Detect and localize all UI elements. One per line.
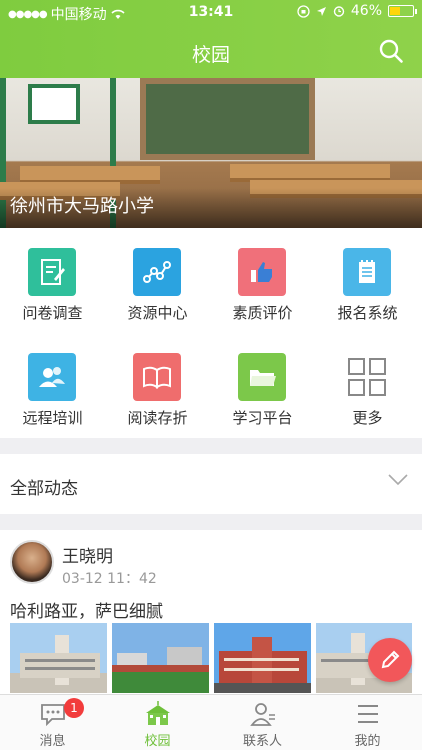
avatar[interactable] (10, 540, 54, 584)
school-banner[interactable]: 徐州市大马路小学 (0, 78, 422, 228)
banner-blackboard (140, 78, 315, 160)
app-label: 素质评价 (232, 304, 293, 322)
thumbs-up-icon (238, 248, 286, 296)
unread-badge: 1 (64, 698, 84, 718)
menu-icon (358, 705, 378, 723)
location-icon (316, 6, 326, 16)
grid-icon (343, 353, 391, 401)
compose-button[interactable] (368, 638, 412, 682)
banner-decoration (28, 84, 80, 124)
page-title: 校园 (191, 44, 230, 66)
folder-icon (238, 353, 286, 401)
tab-contacts[interactable]: 联系人 (210, 695, 315, 750)
tab-label: 消息 (39, 734, 66, 749)
app-remote-training[interactable]: 远程培训 (0, 333, 105, 438)
app-reading-passbook[interactable]: 阅读存折 (105, 333, 210, 438)
tab-label: 我的 (354, 734, 381, 749)
alarm-icon (333, 6, 345, 17)
notepad-icon (343, 248, 391, 296)
post-photo[interactable] (214, 623, 311, 693)
post-time: 03-12 11：42 (62, 571, 157, 587)
app-label: 阅读存折 (127, 409, 188, 427)
feed-post: 王晓明 03-12 11：42 哈利路亚，萨巴细腻 (0, 530, 422, 700)
book-icon (133, 353, 181, 401)
tab-label: 校园 (144, 734, 171, 749)
section-title: 全部动态 (10, 479, 78, 499)
resource-icon (133, 248, 181, 296)
post-author[interactable]: 王晓明 (62, 542, 113, 567)
survey-icon (28, 248, 76, 296)
search-icon[interactable] (378, 38, 404, 64)
app-label: 远程培训 (22, 409, 83, 427)
app-survey[interactable]: 问卷调查 (0, 228, 105, 333)
contacts-icon (250, 703, 275, 726)
tab-bar: 1 消息 校园 联系人 我的 (0, 694, 422, 750)
post-photo[interactable] (10, 623, 107, 693)
app-label: 报名系统 (337, 304, 398, 322)
users-icon (28, 353, 76, 401)
banner-caption: 徐州市大马路小学 (0, 188, 422, 228)
orientation-lock-icon (297, 4, 310, 18)
tab-campus[interactable]: 校园 (105, 695, 210, 750)
app-label: 问卷调查 (22, 304, 83, 322)
app-resource-center[interactable]: 资源中心 (105, 228, 210, 333)
top-bar: ●●●●● 中国移动 13:41 46% 校园 (0, 0, 422, 78)
status-bar: ●●●●● 中国移动 13:41 46% (0, 0, 422, 24)
battery-icon (388, 5, 417, 17)
app-registration[interactable]: 报名系统 (315, 228, 420, 333)
app-label: 更多 (352, 409, 383, 427)
app-more[interactable]: 更多 (315, 333, 420, 438)
app-learning-platform[interactable]: 学习平台 (210, 333, 315, 438)
tab-messages[interactable]: 1 消息 (0, 695, 105, 750)
app-grid: 问卷调查 资源中心 素质评价 报名系统 远程培训 阅读存折 学习平台 更多 (0, 228, 422, 438)
tab-mine[interactable]: 我的 (315, 695, 420, 750)
app-label: 学习平台 (232, 409, 293, 427)
school-name: 徐州市大马路小学 (10, 196, 154, 217)
chevron-down-icon (388, 474, 408, 486)
all-activity-filter[interactable]: 全部动态 (0, 454, 422, 514)
message-icon (41, 704, 65, 727)
battery-percent: 46% (350, 3, 382, 19)
tab-label: 联系人 (242, 734, 282, 749)
post-text: 哈利路亚，萨巴细腻 (10, 602, 163, 622)
post-photo[interactable] (112, 623, 209, 693)
app-label: 资源中心 (127, 304, 188, 322)
app-quality-evaluation[interactable]: 素质评价 (210, 228, 315, 333)
pencil-icon (381, 650, 400, 669)
school-icon (146, 701, 170, 725)
